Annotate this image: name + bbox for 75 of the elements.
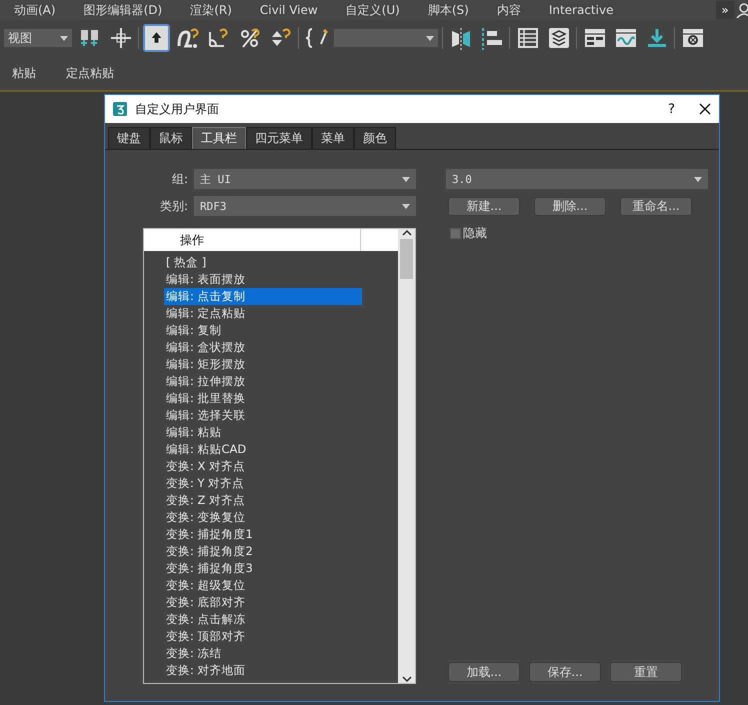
panel-icon <box>582 26 606 50</box>
scrollbar-thumb[interactable] <box>400 239 413 279</box>
list-item[interactable]: 变换: 对齐地面 <box>164 662 362 679</box>
list-item[interactable]: 变换: 捕捉角度3 <box>164 560 362 577</box>
list-item[interactable]: 编辑: 复制 <box>164 322 362 339</box>
list-item[interactable]: 编辑: 拉伸摆放 <box>164 373 362 390</box>
menu-item[interactable]: Civil View <box>246 3 332 17</box>
category-dropdown[interactable]: RDF3 <box>194 196 416 216</box>
list-item[interactable]: 变换: 顶部对齐 <box>164 628 362 645</box>
tab[interactable]: 四元菜单 <box>246 127 312 149</box>
curve-editor-icon <box>614 26 638 50</box>
field-label: 组: <box>172 170 188 188</box>
dialog-button[interactable]: 重置 <box>610 662 682 682</box>
view-dropdown[interactable]: 视图 <box>4 29 72 47</box>
list-item[interactable]: 编辑: 选择关联 <box>164 407 362 424</box>
tab[interactable]: 键盘 <box>108 127 150 149</box>
menu-item[interactable]: 自定义(U) <box>332 2 414 18</box>
checkbox-label: 隐藏 <box>463 225 487 242</box>
list-item[interactable]: [ 热盒 ] <box>164 254 362 271</box>
checkbox[interactable] <box>450 228 461 239</box>
list-item[interactable]: 变换: Y 对齐点 <box>164 475 362 492</box>
align-icon <box>480 26 504 50</box>
dialog-button[interactable]: 新建... <box>448 197 520 216</box>
list-item[interactable]: 变换: 捕捉角度2 <box>164 543 362 560</box>
toolbar-button[interactable] <box>143 24 170 52</box>
scroll-up-icon[interactable] <box>402 229 412 237</box>
angle-snap-icon <box>206 26 230 50</box>
app-logo-icon <box>113 102 127 116</box>
list-item[interactable]: 变换: 点击解冻 <box>164 611 362 628</box>
menu-item[interactable]: 图形编辑器(D) <box>70 2 176 18</box>
list-item[interactable]: 编辑: 点击复制 <box>164 288 362 305</box>
dialog-button[interactable]: 重命名... <box>620 197 692 216</box>
user-icon[interactable] <box>736 2 748 18</box>
tab[interactable]: 工具栏 <box>192 127 246 149</box>
toolbar-dropdown[interactable]: 3.0 <box>446 169 708 189</box>
table-icon <box>516 26 540 50</box>
list-item[interactable]: 编辑: 粘贴 <box>164 424 362 441</box>
tab[interactable]: 鼠标 <box>150 127 192 149</box>
tab[interactable]: 菜单 <box>312 127 354 149</box>
list-item[interactable]: 编辑: 矩形摆放 <box>164 356 362 373</box>
list-item[interactable]: 变换: 冻结 <box>164 645 362 662</box>
scroll-down-icon[interactable] <box>402 675 412 683</box>
list-item[interactable]: 变换: 捕捉角度1 <box>164 526 362 543</box>
snap-icon <box>176 26 200 50</box>
list-item[interactable]: 变换: X 对齐点 <box>164 458 362 475</box>
layers-icon <box>546 26 570 50</box>
overflow-button[interactable]: » <box>716 1 734 19</box>
menu-item[interactable]: 渲染(R) <box>176 2 246 18</box>
list-item[interactable]: 编辑: 粘贴CAD <box>164 441 362 458</box>
menu-item[interactable]: 脚本(S) <box>414 2 483 18</box>
tab[interactable]: 颜色 <box>354 127 396 149</box>
list-item[interactable]: 变换: Z 对齐点 <box>164 492 362 509</box>
brace-icon <box>304 26 328 50</box>
list-item[interactable]: 编辑: 盒状摆放 <box>164 339 362 356</box>
toolbar-item[interactable]: 定点粘贴 <box>66 64 114 82</box>
close-icon[interactable] <box>699 103 711 115</box>
field-label: 类别: <box>160 198 188 214</box>
list-item[interactable]: 变换: 变换复位 <box>164 509 362 526</box>
move-icon <box>108 26 132 50</box>
menu-item[interactable]: 内容 <box>482 2 535 18</box>
list-item[interactable]: 编辑: 批里替换 <box>164 390 362 407</box>
list-item[interactable]: 变换: 底部对齐 <box>164 594 362 611</box>
list-item[interactable]: 变换: 超级复位 <box>164 577 362 594</box>
list-item[interactable]: 编辑: 定点粘贴 <box>164 305 362 322</box>
dialog-button[interactable]: 加载... <box>448 662 520 682</box>
group-dropdown[interactable]: 主 UI <box>194 169 416 189</box>
help-button[interactable]: ? <box>652 102 691 116</box>
dialog-button[interactable]: 删除... <box>534 197 606 216</box>
dialog-button[interactable]: 保存... <box>529 662 601 682</box>
menu-item[interactable]: Interactive <box>534 3 628 17</box>
render-icon <box>680 26 704 50</box>
list-item[interactable]: 编辑: 表面摆放 <box>164 271 362 288</box>
toolbar-item[interactable]: 粘贴 <box>12 64 36 82</box>
dialog-title: 自定义用户界面 <box>135 100 220 118</box>
menu-item[interactable]: 动画(A) <box>0 2 70 18</box>
